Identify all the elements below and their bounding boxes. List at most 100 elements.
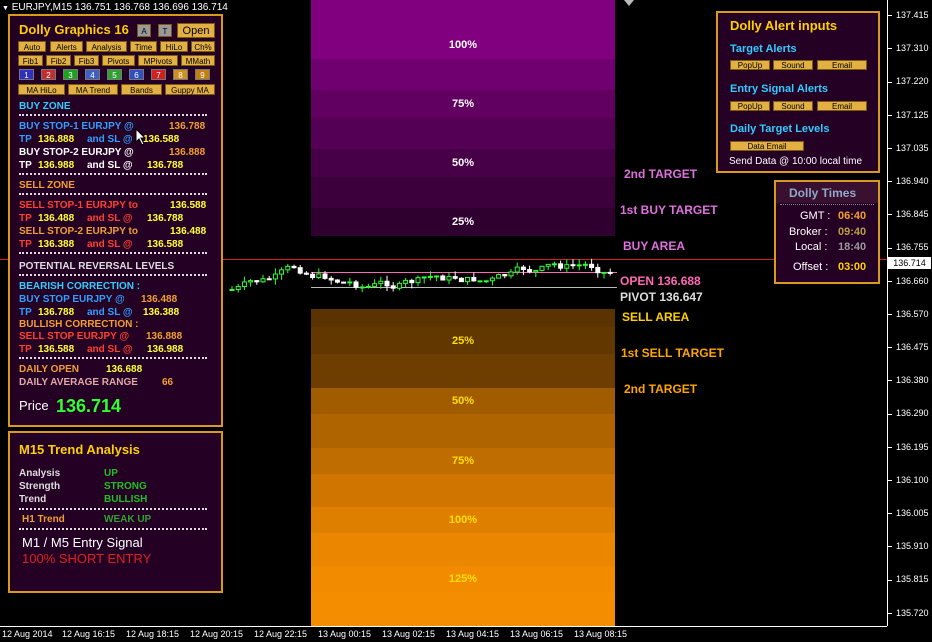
candle-body xyxy=(514,266,520,273)
ma-trend-button[interactable]: MA Trend xyxy=(68,84,118,95)
trend-panel-title: M15 Trend Analysis xyxy=(19,442,140,457)
number-button-6[interactable]: 6 xyxy=(129,69,144,80)
number-button-9[interactable]: 9 xyxy=(195,69,210,80)
trend-value: BULLISH xyxy=(104,494,148,505)
buy-stop1-tp-label: TP xyxy=(19,134,32,145)
alert-inputs-panel: Dolly Alert inputs Target Alerts PopUp S… xyxy=(716,11,880,173)
number-button-2[interactable]: 2 xyxy=(41,69,56,80)
gmt-value: 06:40 xyxy=(838,210,867,222)
candle-body xyxy=(322,273,328,279)
short-entry-signal: 100% SHORT ENTRY xyxy=(22,551,152,566)
number-button-4[interactable]: 4 xyxy=(85,69,100,80)
candle-body xyxy=(291,265,297,269)
data-email-button[interactable]: Data Email xyxy=(730,141,804,151)
candle-body xyxy=(415,277,421,284)
bull-tp-label: TP xyxy=(19,344,32,355)
entry-popup-button[interactable]: PopUp xyxy=(730,101,770,111)
sell-2nd-target-label: 2nd TARGET xyxy=(624,382,698,396)
buy-area-label: BUY AREA xyxy=(623,239,686,253)
divider xyxy=(19,252,207,254)
auto-button[interactable]: Auto xyxy=(18,41,46,52)
candle-body xyxy=(607,271,613,274)
bear-sl: 136.388 xyxy=(143,307,180,318)
number-button-8[interactable]: 8 xyxy=(173,69,188,80)
number-button-5[interactable]: 5 xyxy=(107,69,122,80)
sell-stop1-sl: 136.788 xyxy=(147,213,184,224)
candle-body xyxy=(558,263,564,269)
bands-button[interactable]: Bands xyxy=(121,84,162,95)
price-tick: 136.005 xyxy=(888,508,929,518)
candle-body xyxy=(254,280,260,283)
candle-body xyxy=(434,275,440,278)
candle-body xyxy=(235,286,241,291)
sell-stop1-text: SELL STOP-1 EURJPY to xyxy=(19,200,138,211)
candle-body xyxy=(248,280,254,283)
candle-body xyxy=(576,264,582,267)
a-button[interactable]: A xyxy=(137,24,151,37)
target-email-button[interactable]: Email xyxy=(817,60,867,70)
number-button-3[interactable]: 3 xyxy=(63,69,78,80)
candle-body xyxy=(458,277,464,283)
open-label: OPEN 136.688 xyxy=(620,274,701,288)
analysis-label: Analysis xyxy=(19,468,61,479)
entry-sound-button[interactable]: Sound xyxy=(773,101,813,111)
price-tick: 137.310 xyxy=(888,43,929,53)
price-axis[interactable]: 137.415 137.310 137.220 137.125 137.035 136.9… xyxy=(887,0,932,626)
sell-stop1-tp: 136.488 xyxy=(38,213,75,224)
dar-label: DAILY AVERAGE RANGE xyxy=(19,377,138,388)
mpivots-button[interactable]: MPivots xyxy=(138,55,178,66)
buy-stop1-text: BUY STOP-1 EURJPY @ xyxy=(19,121,134,132)
time-tick: 12 Aug 20:15 xyxy=(190,629,244,639)
t-button[interactable]: T xyxy=(158,24,172,37)
open-button[interactable]: Open xyxy=(177,23,215,38)
mouse-cursor-icon xyxy=(135,128,147,146)
price-tick: 136.660 xyxy=(888,276,929,286)
mmath-button[interactable]: MMath xyxy=(181,55,215,66)
divider xyxy=(19,274,207,276)
buy-1st-target-label: 1st BUY TARGET xyxy=(620,203,718,217)
scroll-marker-icon xyxy=(624,0,634,6)
times-panel-title: Dolly Times xyxy=(789,186,857,200)
time-tick: 13 Aug 08:15 xyxy=(574,629,628,639)
bear-stop-text: BUY STOP EURJPY @ xyxy=(19,294,125,305)
hilo-button[interactable]: HiLo xyxy=(160,41,188,52)
buy-stop1-sl: 136.588 xyxy=(143,134,180,145)
price-tick: 137.415 xyxy=(888,10,929,20)
target-popup-button[interactable]: PopUp xyxy=(730,60,770,70)
current-price-tag: 136.714 xyxy=(888,257,931,269)
sell-stop2-sl-label: and SL @ xyxy=(87,239,133,250)
sell-1st-target-label: 1st SELL TARGET xyxy=(621,346,724,360)
guppy-ma-button[interactable]: Guppy MA xyxy=(165,84,215,95)
entry-email-button[interactable]: Email xyxy=(817,101,867,111)
number-button-7[interactable]: 7 xyxy=(151,69,166,80)
divider xyxy=(19,528,207,530)
h1-trend-value: WEAK UP xyxy=(104,514,152,525)
buy-stop2-sl: 136.788 xyxy=(147,160,184,171)
daily-levels-label: Daily Target Levels xyxy=(730,123,830,135)
send-data-text: Send Data @ 10:00 local time xyxy=(729,156,863,167)
sell-stop2-value: 136.488 xyxy=(170,226,207,237)
fib1-button[interactable]: Fib1 xyxy=(18,55,43,66)
price-tick: 135.720 xyxy=(888,608,929,618)
number-button-1[interactable]: 1 xyxy=(19,69,34,80)
analysis-button[interactable]: Analysis xyxy=(86,41,127,52)
offset-value: 03:00 xyxy=(838,261,867,273)
fib3-button[interactable]: Fib3 xyxy=(74,55,99,66)
pivots-button[interactable]: Pivots xyxy=(102,55,135,66)
bearish-heading: BEARISH CORRECTION : xyxy=(19,281,141,292)
time-tick: 13 Aug 06:15 xyxy=(510,629,564,639)
candle-body xyxy=(508,271,514,277)
time-tick: 13 Aug 00:15 xyxy=(318,629,372,639)
time-axis[interactable]: 12 Aug 2014 12 Aug 16:15 12 Aug 18:15 12 Au… xyxy=(0,626,887,642)
buy-stop1-sl-label: and SL @ xyxy=(87,134,133,145)
chpct-button[interactable]: Ch% xyxy=(191,41,215,52)
alerts-button[interactable]: Alerts xyxy=(50,41,83,52)
analysis-value: UP xyxy=(104,468,118,479)
entry-signal-label: M1 / M5 Entry Signal xyxy=(22,535,143,550)
target-sound-button[interactable]: Sound xyxy=(773,60,813,70)
time-button[interactable]: Time xyxy=(130,41,157,52)
ma-hilo-button[interactable]: MA HiLo xyxy=(18,84,65,95)
time-tick: 13 Aug 02:15 xyxy=(382,629,436,639)
time-tick: 12 Aug 18:15 xyxy=(126,629,180,639)
fib2-button[interactable]: Fib2 xyxy=(46,55,71,66)
